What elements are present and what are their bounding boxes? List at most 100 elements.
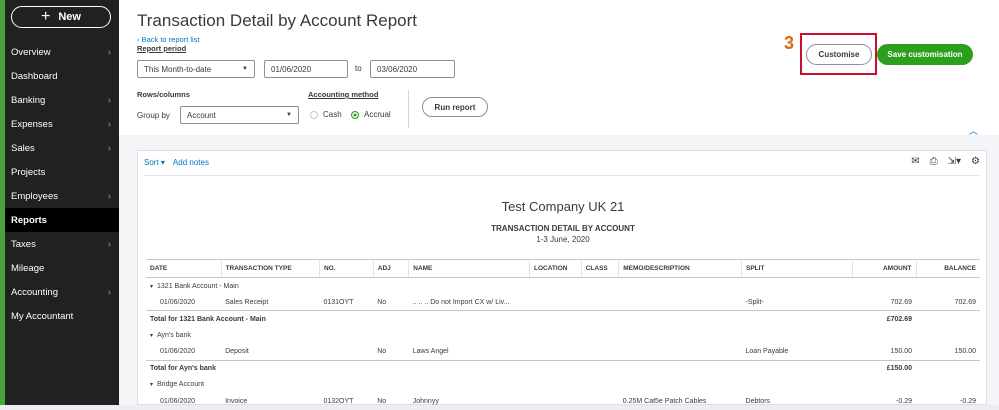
table-cell: 01/06/2020 bbox=[160, 397, 196, 405]
table-cell bbox=[529, 344, 581, 361]
sidebar-item-expenses[interactable]: Expenses › bbox=[5, 112, 119, 136]
chevron-up-icon[interactable]: ︿ bbox=[969, 124, 978, 137]
new-button[interactable]: + New bbox=[11, 6, 111, 28]
table-cell: 0.25M Cat5e Patch Cables bbox=[622, 397, 707, 405]
column-header[interactable]: MEMO/DESCRIPTION bbox=[618, 259, 743, 278]
chevron-right-icon: › bbox=[107, 118, 111, 130]
run-report-button[interactable]: Run report bbox=[422, 97, 488, 117]
email-icon[interactable]: ✉ bbox=[911, 156, 919, 167]
account-group-row[interactable]: ▾ Ayn's bank bbox=[146, 327, 980, 344]
sidebar-item-dashboard[interactable]: Dashboard bbox=[5, 64, 119, 88]
total-amount[interactable]: £150.00 bbox=[852, 359, 916, 377]
chevron-down-icon[interactable]: ▾ bbox=[150, 382, 153, 388]
chevron-down-icon[interactable]: ▾ bbox=[150, 333, 153, 339]
table-row[interactable]: 01/06/2020 Invoice 0132OYT No Johnnyy 0.25M C… bbox=[146, 393, 980, 410]
total-amount[interactable]: £702.69 bbox=[852, 310, 916, 327]
sidebar-item-mileage[interactable]: Mileage bbox=[5, 256, 119, 280]
sidebar-item-taxes[interactable]: Taxes › bbox=[5, 232, 119, 256]
sidebar-item-my-accountant[interactable]: My Accountant bbox=[5, 304, 119, 328]
table-cell: -Split- bbox=[745, 298, 764, 306]
table-row[interactable]: 01/06/2020 Deposit No Laws Angel Loan Payabl… bbox=[146, 344, 980, 361]
accrual-radio[interactable]: Accrual bbox=[351, 110, 391, 119]
column-header[interactable]: BALANCE bbox=[916, 259, 980, 278]
report-actions: ✉ ⎙ ⇲▾ ⚙ bbox=[911, 156, 980, 167]
group-by-label: Group by bbox=[137, 111, 170, 120]
table-cell: 150.00 bbox=[890, 348, 912, 355]
table-cell: .. .. .. Do not Import CX w/ Liv... bbox=[412, 298, 510, 306]
date-from-input[interactable]: 01/06/2020 bbox=[264, 60, 348, 78]
chevron-down-icon[interactable]: ▾ bbox=[150, 284, 153, 290]
sidebar-item-employees[interactable]: Employees › bbox=[5, 184, 119, 208]
account-group-row[interactable]: ▾ 1321 Bank Account - Main bbox=[146, 278, 980, 295]
table-cell: 702.69 bbox=[890, 298, 912, 306]
period-select[interactable]: This Month-to-date ▼ bbox=[137, 60, 255, 78]
caret-down-icon: ▾ bbox=[160, 158, 165, 167]
date-to-input[interactable]: 03/06/2020 bbox=[370, 60, 455, 78]
sidebar-nav: Overview › Dashboard Banking › Expenses › Sales… bbox=[5, 40, 119, 328]
column-header[interactable]: NAME bbox=[408, 259, 530, 278]
column-header[interactable]: CLASS bbox=[581, 259, 620, 278]
sidebar-item-sales[interactable]: Sales › bbox=[5, 136, 119, 160]
back-to-report-list-link[interactable]: ‹ Back to report list bbox=[137, 35, 200, 44]
chevron-right-icon: › bbox=[107, 238, 111, 250]
table-cell: Invoice bbox=[225, 397, 248, 405]
sidebar-item-reports[interactable]: Reports bbox=[5, 208, 119, 232]
column-header[interactable]: LOCATION bbox=[529, 259, 582, 278]
group-cell: ▾ 1321 Bank Account - Main bbox=[146, 278, 980, 295]
chevron-right-icon: › bbox=[107, 286, 111, 298]
sidebar-item-accounting[interactable]: Accounting › bbox=[5, 280, 119, 304]
sidebar-item-banking[interactable]: Banking › bbox=[5, 88, 119, 112]
save-customisation-button[interactable]: Save customisation bbox=[877, 44, 973, 65]
column-header[interactable]: NO. bbox=[319, 259, 374, 278]
company-name: Test Company UK 21 bbox=[501, 199, 625, 214]
sidebar-item-label: Dashboard bbox=[11, 70, 58, 82]
empty-cell bbox=[916, 310, 980, 327]
report-name: TRANSACTION DETAIL BY ACCOUNT bbox=[491, 224, 635, 233]
column-header[interactable]: ADJ bbox=[373, 259, 410, 278]
table-cell: 0131OYT bbox=[323, 298, 354, 306]
table-cell bbox=[581, 344, 619, 361]
cash-radio[interactable]: Cash bbox=[310, 110, 342, 119]
accrual-label: Accrual bbox=[364, 110, 391, 119]
table-header-row: DATE TRANSACTION TYPE NO. ADJ NAME LOCATION CL… bbox=[146, 259, 980, 278]
total-row[interactable]: Total for Ayn's bank £150.00 bbox=[146, 359, 980, 377]
chevron-right-icon: › bbox=[107, 46, 111, 58]
table-row[interactable]: 01/06/2020 Sales Receipt 0131OYT No .. .. ..… bbox=[146, 294, 980, 311]
sidebar-item-label: Taxes bbox=[11, 238, 36, 250]
table-cell: Debtors bbox=[745, 397, 771, 405]
group-cell: ▾ Ayn's bank bbox=[146, 327, 980, 344]
table-cell: 0132OYT bbox=[323, 397, 354, 405]
account-group-row[interactable]: ▾ Bridge Account bbox=[146, 377, 980, 394]
column-header[interactable]: AMOUNT bbox=[852, 259, 917, 278]
sidebar-item-overview[interactable]: Overview › bbox=[5, 40, 119, 64]
column-header[interactable]: TRANSACTION TYPE bbox=[221, 259, 320, 278]
sidebar-item-label: Overview bbox=[11, 46, 51, 58]
print-icon[interactable]: ⎙ bbox=[930, 156, 938, 167]
sidebar-item-projects[interactable]: Projects bbox=[5, 160, 119, 184]
sidebar-item-label: My Accountant bbox=[11, 310, 74, 322]
add-notes-link[interactable]: Add notes bbox=[173, 158, 209, 167]
total-row[interactable]: Total for 1321 Bank Account - Main £702.6… bbox=[146, 310, 980, 327]
period-select-value: This Month-to-date bbox=[144, 64, 212, 74]
main-content: Transaction Detail by Account Report ‹ B… bbox=[119, 0, 999, 405]
column-header[interactable]: SPLIT bbox=[741, 259, 853, 278]
table-cell: 150.00 bbox=[954, 348, 976, 355]
table-cell: -0.29 bbox=[960, 397, 976, 405]
customise-button[interactable]: Customise bbox=[806, 44, 872, 65]
sidebar-item-label: Banking bbox=[11, 94, 46, 106]
to-label: to bbox=[355, 64, 362, 73]
export-icon[interactable]: ⇲▾ bbox=[948, 156, 961, 167]
gear-icon[interactable]: ⚙ bbox=[971, 156, 980, 167]
table-cell bbox=[581, 393, 619, 410]
caret-down-icon: ▼ bbox=[242, 66, 248, 72]
report-date-range: 1-3 June, 2020 bbox=[536, 235, 590, 244]
table-cell: No bbox=[377, 298, 387, 306]
table-cell bbox=[581, 294, 619, 311]
radio-dot-selected bbox=[351, 110, 359, 119]
column-header[interactable]: DATE bbox=[146, 259, 222, 278]
group-by-select[interactable]: Account ▼ bbox=[180, 106, 299, 124]
group-label: Ayn's bank bbox=[157, 331, 191, 339]
report-period-label: Report period bbox=[137, 44, 187, 53]
divider bbox=[408, 90, 409, 128]
sort-button[interactable]: Sort ▾ bbox=[144, 158, 165, 167]
